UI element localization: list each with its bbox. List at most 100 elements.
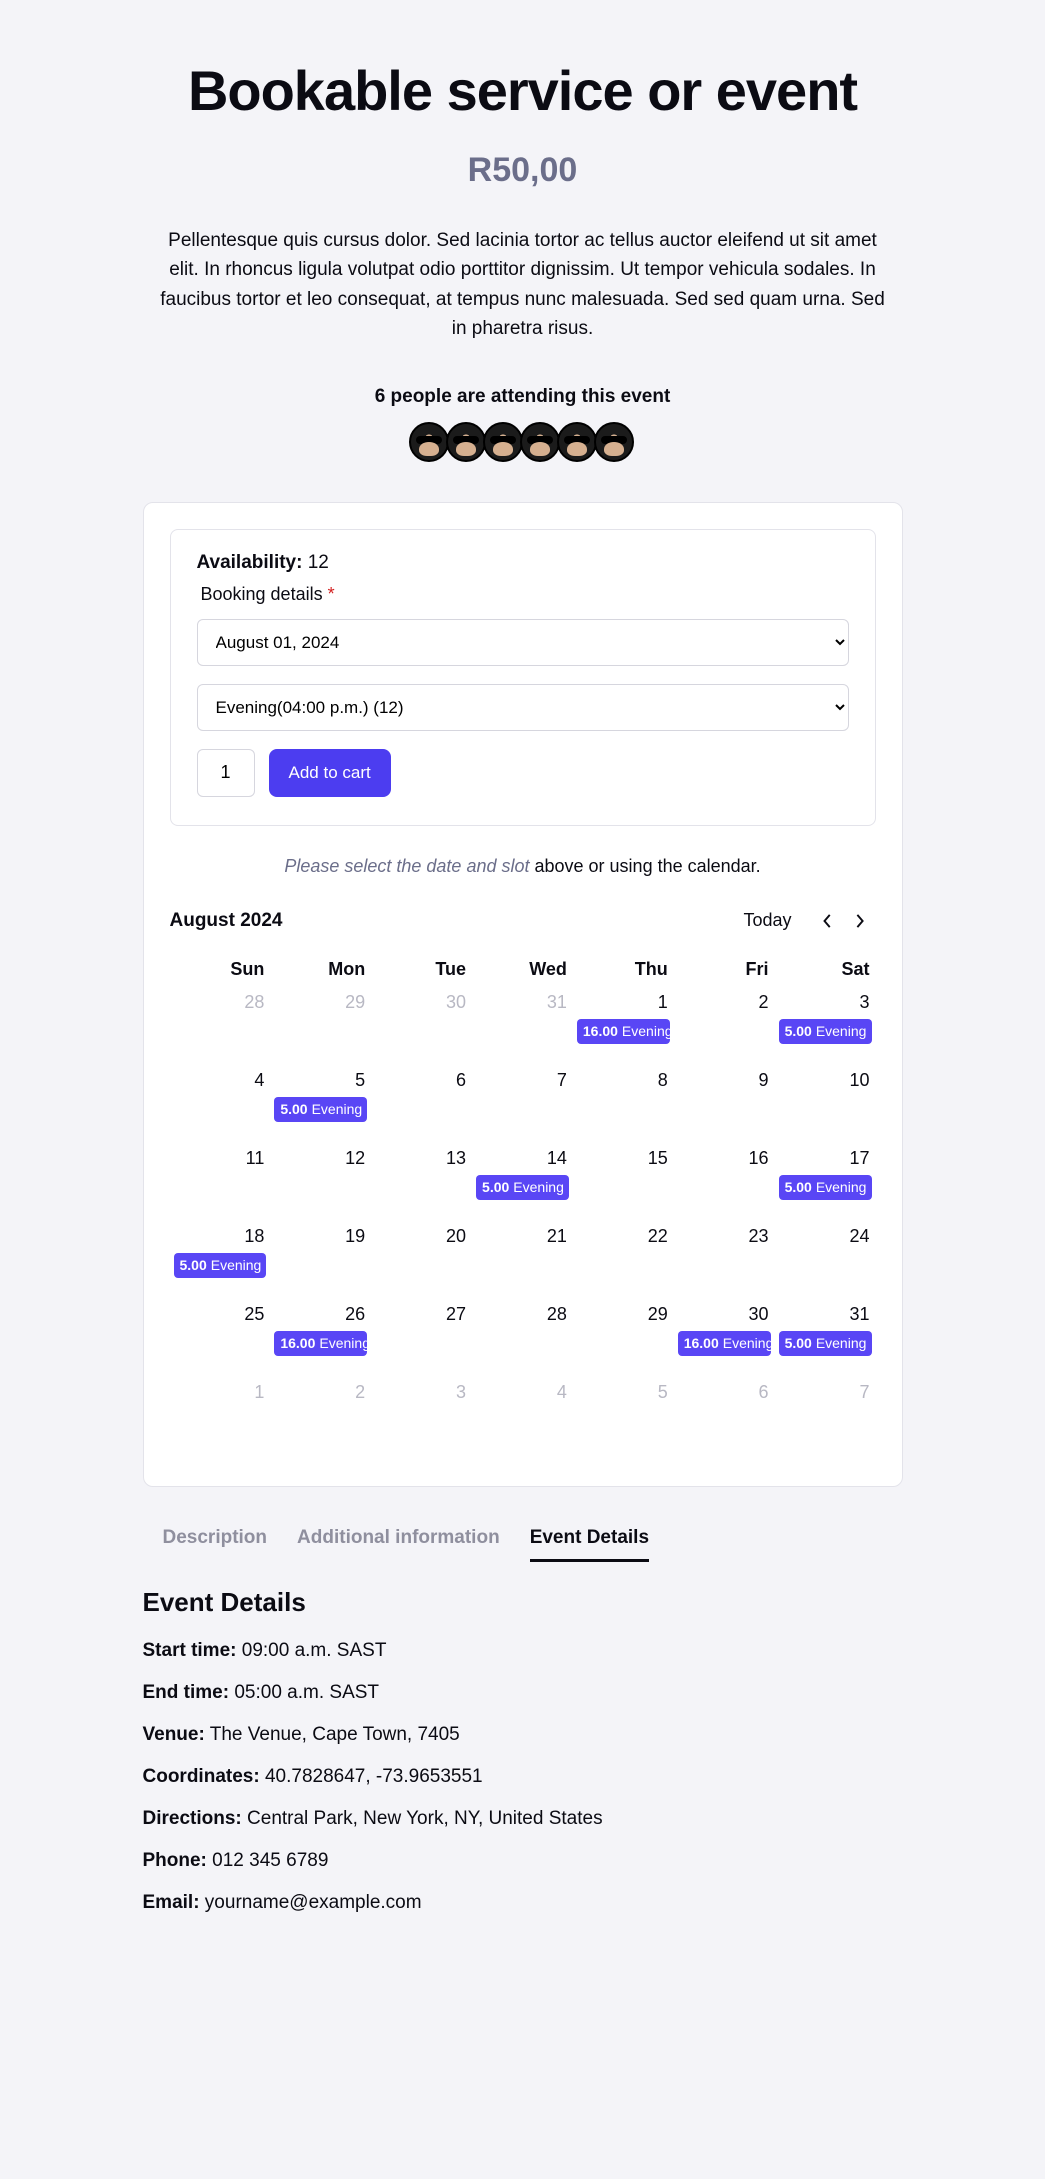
calendar-day[interactable]: 30 xyxy=(371,988,472,1066)
price: R50,00 xyxy=(143,151,903,190)
calendar-day[interactable]: 11 xyxy=(170,1144,271,1222)
slot-badge[interactable]: 5.00Evening xyxy=(274,1097,367,1123)
prev-month-button[interactable] xyxy=(812,905,844,937)
day-number: 5 xyxy=(274,1070,367,1091)
day-number: 5 xyxy=(577,1382,670,1403)
slot-select[interactable]: Evening(04:00 p.m.) (12) xyxy=(197,684,849,731)
tab-additional-information[interactable]: Additional information xyxy=(297,1517,500,1562)
calendar-day[interactable]: 23 xyxy=(674,1222,775,1300)
calendar-day[interactable]: 5 5.00Evening xyxy=(270,1066,371,1144)
day-number: 7 xyxy=(476,1070,569,1091)
calendar-day[interactable]: 6 xyxy=(371,1066,472,1144)
quantity-input[interactable] xyxy=(197,749,255,797)
day-number: 6 xyxy=(375,1070,468,1091)
calendar-day[interactable]: 17 5.00Evening xyxy=(775,1144,876,1222)
calendar-day[interactable]: 22 xyxy=(573,1222,674,1300)
add-to-cart-button[interactable]: Add to cart xyxy=(269,749,391,797)
calendar-day[interactable]: 2 xyxy=(674,988,775,1066)
calendar-day[interactable]: 6 xyxy=(674,1378,775,1456)
date-select[interactable]: August 01, 2024 xyxy=(197,619,849,666)
calendar-day[interactable]: 26 16.00Evening xyxy=(270,1300,371,1378)
calendar-day[interactable]: 31 xyxy=(472,988,573,1066)
weekday-header: Tue xyxy=(371,953,472,988)
page-title: Bookable service or event xyxy=(143,58,903,123)
calendar-day[interactable]: 16 xyxy=(674,1144,775,1222)
calendar-day[interactable]: 7 xyxy=(775,1378,876,1456)
calendar-hint: Please select the date and slot above or… xyxy=(170,856,876,877)
tabs: Description Additional information Event D… xyxy=(143,1517,903,1563)
day-number: 4 xyxy=(174,1070,267,1091)
tab-description[interactable]: Description xyxy=(163,1517,268,1562)
calendar-day[interactable]: 145.00Evening xyxy=(472,1144,573,1222)
day-number: 2 xyxy=(274,1382,367,1403)
day-number: 23 xyxy=(678,1226,771,1247)
calendar-day[interactable]: 1 xyxy=(170,1378,271,1456)
calendar-day[interactable]: 4 xyxy=(170,1066,271,1144)
calendar-day[interactable]: 5 xyxy=(573,1378,674,1456)
day-number: 13 xyxy=(375,1148,468,1169)
next-month-button[interactable] xyxy=(844,905,876,937)
event-detail-row: Directions: Central Park, New York, NY, … xyxy=(143,1808,903,1830)
calendar-day[interactable]: 21 xyxy=(472,1222,573,1300)
calendar-day[interactable]: 35.00Evening xyxy=(775,988,876,1066)
tab-event-details[interactable]: Event Details xyxy=(530,1517,649,1562)
slot-badge[interactable]: 5.00Evening xyxy=(779,1175,872,1201)
booking-details-label: Booking details * xyxy=(201,584,849,605)
calendar-day[interactable]: 28 xyxy=(170,988,271,1066)
avatar xyxy=(557,422,597,462)
calendar-day[interactable]: 12 xyxy=(270,1144,371,1222)
calendar-day[interactable]: 10 xyxy=(775,1066,876,1144)
day-number: 2 xyxy=(678,992,771,1013)
event-detail-row: End time: 05:00 a.m. SAST xyxy=(143,1682,903,1704)
weekday-header: Thu xyxy=(573,953,674,988)
calendar-day[interactable]: 8 xyxy=(573,1066,674,1144)
calendar-day[interactable]: 28 xyxy=(472,1300,573,1378)
weekday-header: Fri xyxy=(674,953,775,988)
calendar-day[interactable]: 15 xyxy=(573,1144,674,1222)
event-detail-row: Start time: 09:00 a.m. SAST xyxy=(143,1640,903,1662)
calendar-day[interactable]: 2 xyxy=(270,1378,371,1456)
calendar-day[interactable]: 20 xyxy=(371,1222,472,1300)
day-number: 31 xyxy=(779,1304,872,1325)
calendar-day[interactable]: 116.00Evening xyxy=(573,988,674,1066)
day-number: 29 xyxy=(274,992,367,1013)
description: Pellentesque quis cursus dolor. Sed laci… xyxy=(143,226,903,344)
calendar-day[interactable]: 29 xyxy=(270,988,371,1066)
booking-form: Availability: 12 Booking details * Augus… xyxy=(170,529,876,826)
calendar-day[interactable]: 24 xyxy=(775,1222,876,1300)
calendar-day[interactable]: 4 xyxy=(472,1378,573,1456)
calendar-day[interactable]: 7 xyxy=(472,1066,573,1144)
weekday-header: Sun xyxy=(170,953,271,988)
day-number: 12 xyxy=(274,1148,367,1169)
slot-badge[interactable]: 5.00Evening xyxy=(779,1019,872,1045)
avatar xyxy=(483,422,523,462)
today-button[interactable]: Today xyxy=(743,910,791,931)
day-number: 3 xyxy=(375,1382,468,1403)
calendar-day[interactable]: 185.00Evening xyxy=(170,1222,271,1300)
calendar-day[interactable]: 9 xyxy=(674,1066,775,1144)
avatar xyxy=(520,422,560,462)
slot-badge[interactable]: 5.00Evening xyxy=(779,1331,872,1357)
calendar-day[interactable]: 3 xyxy=(371,1378,472,1456)
slot-badge[interactable]: 16.00Evening xyxy=(577,1019,670,1045)
calendar-day[interactable]: 25 xyxy=(170,1300,271,1378)
event-detail-row: Email: yourname@example.com xyxy=(143,1892,903,1914)
calendar-day[interactable]: 27 xyxy=(371,1300,472,1378)
calendar-day[interactable]: 3016.00Evening xyxy=(674,1300,775,1378)
day-number: 26 xyxy=(274,1304,367,1325)
availability: Availability: 12 xyxy=(197,552,849,574)
slot-badge[interactable]: 5.00Evening xyxy=(476,1175,569,1201)
day-number: 4 xyxy=(476,1382,569,1403)
calendar-day[interactable]: 13 xyxy=(371,1144,472,1222)
day-number: 8 xyxy=(577,1070,670,1091)
day-number: 17 xyxy=(779,1148,872,1169)
slot-badge[interactable]: 5.00Evening xyxy=(174,1253,267,1279)
calendar-day[interactable]: 31 5.00Evening xyxy=(775,1300,876,1378)
day-number: 7 xyxy=(779,1382,872,1403)
slot-badge[interactable]: 16.00Evening xyxy=(274,1331,367,1357)
calendar-day[interactable]: 19 xyxy=(270,1222,371,1300)
booking-card: Availability: 12 Booking details * Augus… xyxy=(143,502,903,1487)
calendar-day[interactable]: 29 xyxy=(573,1300,674,1378)
slot-badge[interactable]: 16.00Evening xyxy=(678,1331,771,1357)
attendee-avatars xyxy=(143,422,903,462)
